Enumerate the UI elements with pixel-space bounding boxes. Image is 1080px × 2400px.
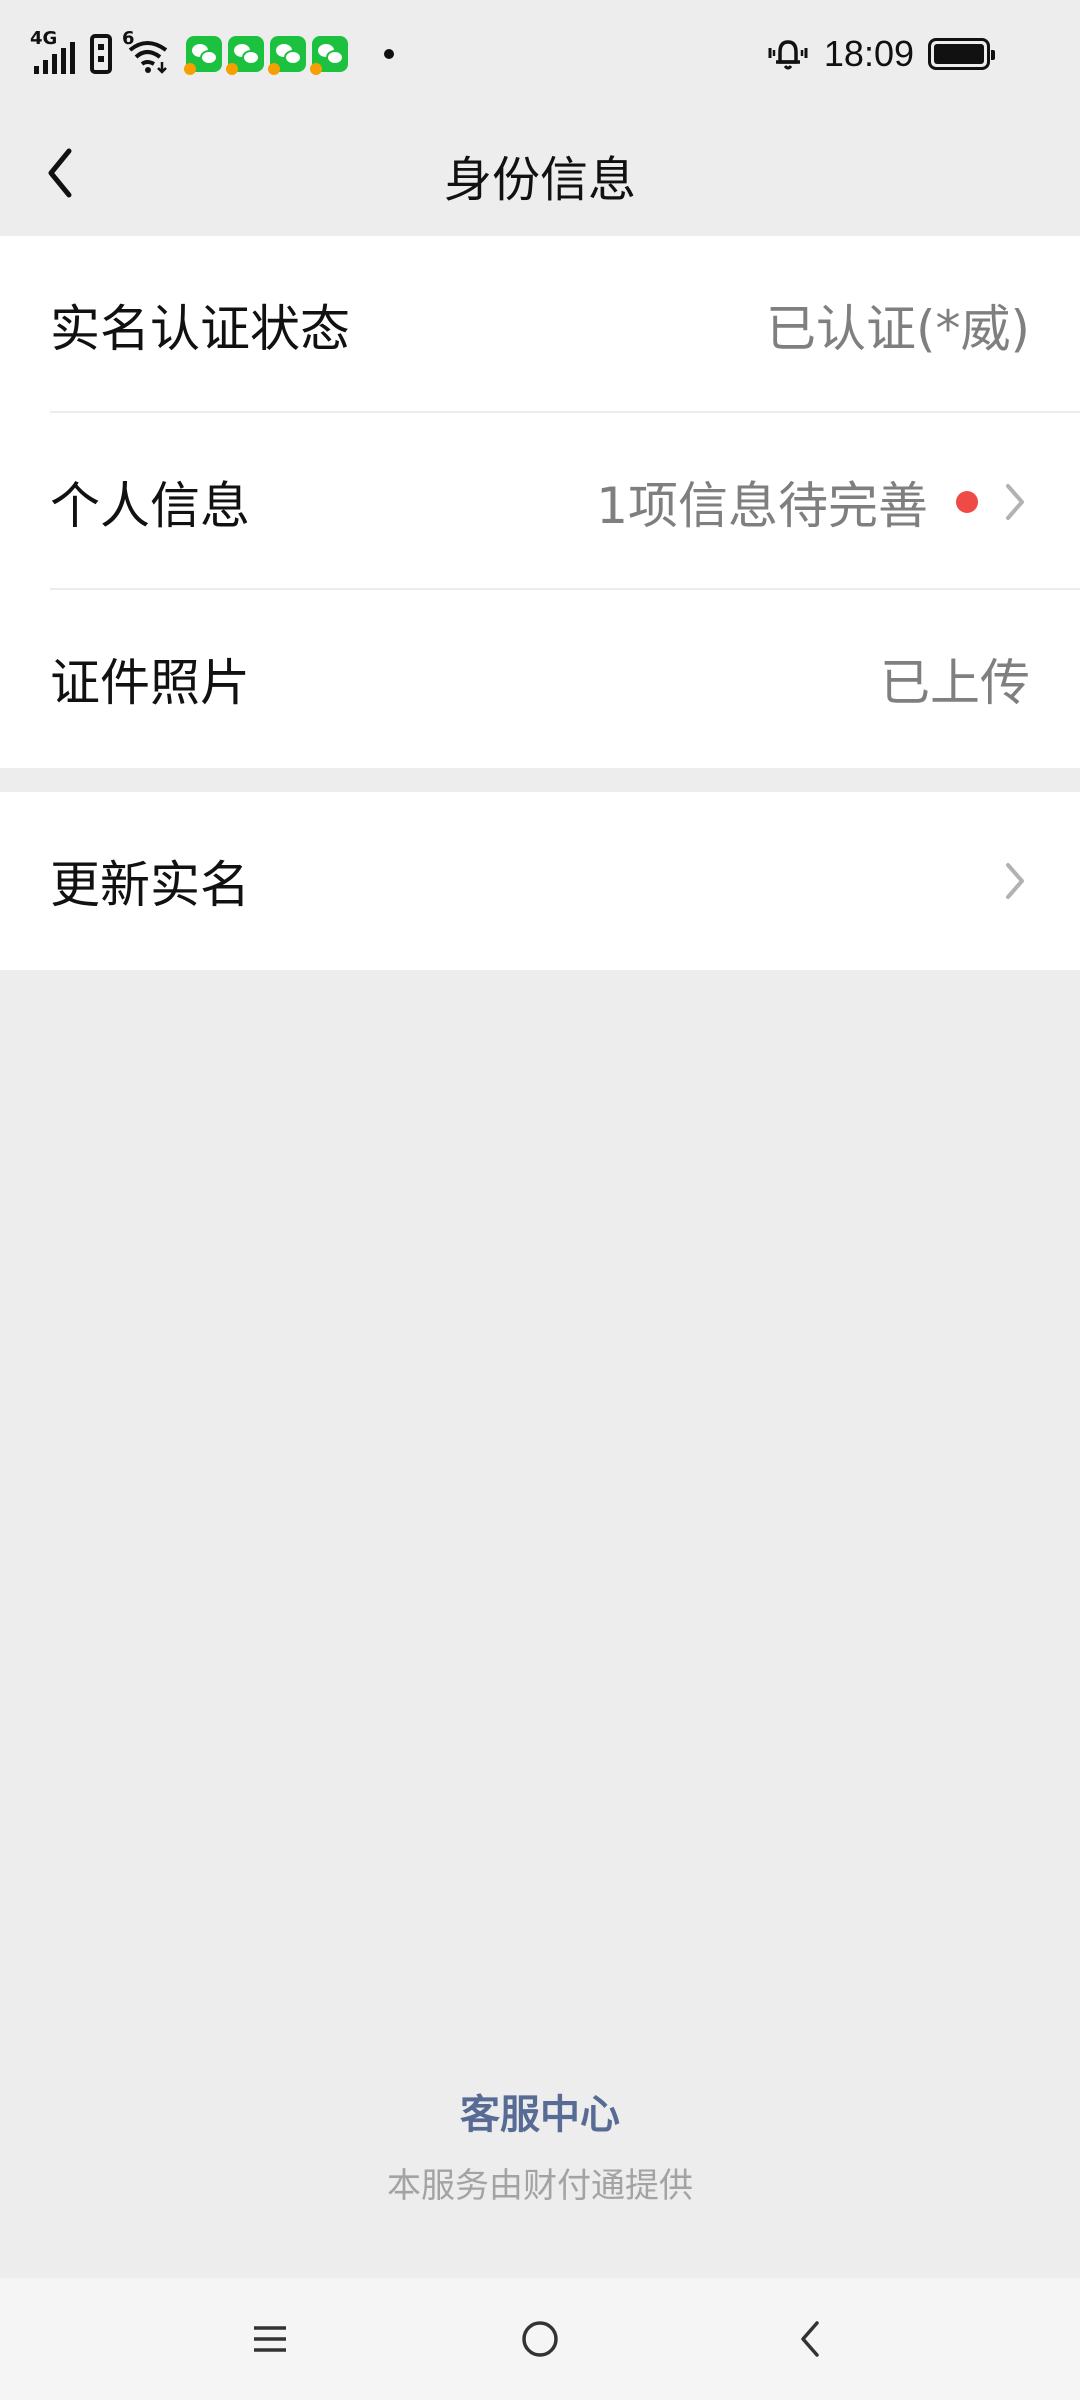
notification-icons [184,36,348,75]
sim-card-icon [90,34,112,74]
alert-dot [956,490,978,513]
home-circle-icon [522,2321,558,2357]
personal-info-label: 个人信息 [50,476,250,535]
update-real-name-row[interactable]: 更新实名 [0,792,1080,969]
id-photo-row: 证件照片 已上传 [0,590,1080,767]
home-button[interactable] [500,2304,580,2374]
id-photo-label: 证件照片 [50,653,250,712]
bell-vibrate-icon [766,32,810,76]
system-navigation-bar [0,2278,1080,2400]
update-real-name-label: 更新实名 [50,855,250,914]
page-title: 身份信息 [443,152,636,208]
system-back-button[interactable] [770,2304,850,2374]
status-bar: 4G 6 18:09 [0,0,1080,110]
chevron-right-icon [1006,483,1024,520]
wechat-icon [226,36,264,75]
customer-service-link[interactable]: 客服中心 [0,2082,1080,2140]
menu-icon [254,2326,286,2352]
wifi-icon: 6 [122,28,172,76]
wechat-icon [184,36,222,75]
personal-info-row[interactable]: 个人信息 1项信息待完善 [0,413,1080,590]
id-photo-value: 已上传 [880,653,1030,712]
wechat-icon [310,36,348,75]
clock: 18:09 [823,33,914,74]
identity-info-section: 实名认证状态 已认证(*威) 个人信息 1项信息待完善 证件照片 已上传 [0,236,1080,768]
cellular-signal-icon: 4G [30,28,80,76]
status-right: 18:09 [766,28,995,80]
battery-icon [928,38,995,70]
navigation-bar: 身份信息 [0,110,1080,236]
wechat-icon [268,36,306,75]
chevron-right-icon [1006,862,1024,899]
real-name-status-value: 已认证(*威) [765,299,1030,358]
back-triangle-icon [801,2321,819,2357]
more-notifications-dot [384,49,394,59]
personal-info-value: 1项信息待完善 [596,476,928,535]
real-name-status-row: 实名认证状态 已认证(*威) [0,236,1080,413]
recent-apps-button[interactable] [230,2304,310,2374]
wifi-label: 6 [122,28,135,49]
provider-text: 本服务由财付通提供 [387,2166,693,2206]
real-name-status-label: 实名认证状态 [50,299,350,358]
update-section: 更新实名 [0,792,1080,970]
status-left: 4G 6 [30,28,394,80]
